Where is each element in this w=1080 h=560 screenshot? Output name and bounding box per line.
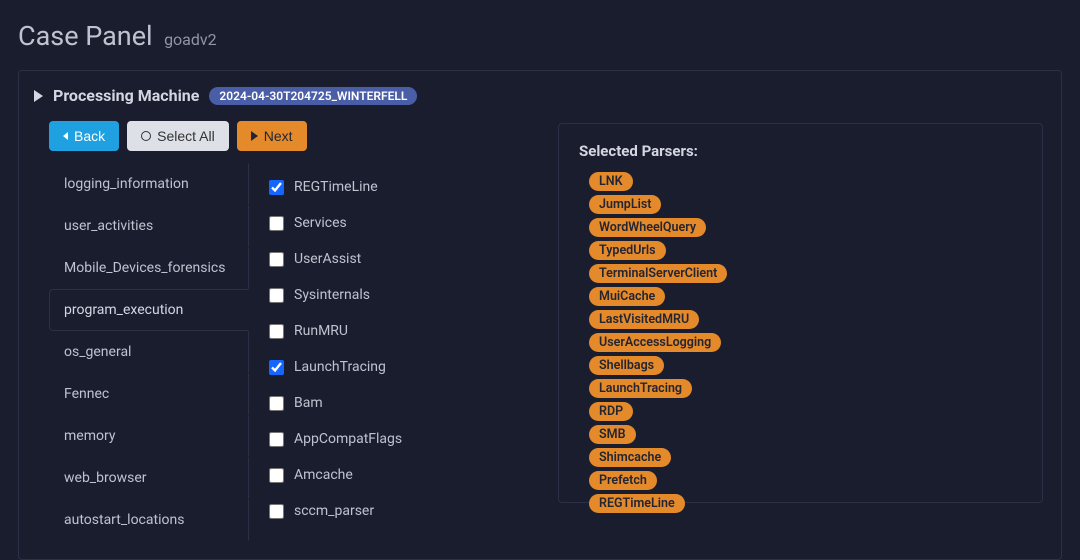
category-tab-web_browser[interactable]: web_browser [49, 457, 249, 499]
play-icon [251, 131, 258, 141]
header: Case Panel goadv2 [0, 0, 1080, 70]
parser-item: UserAssist [269, 241, 402, 277]
selected-parsers-panel: Selected Parsers: LNK JumpList WordWheelQu… [558, 123, 1043, 503]
parser-label[interactable]: Bam [294, 395, 323, 411]
circle-icon [141, 131, 151, 141]
parser-item: sccm_parser [269, 493, 402, 529]
main-panel: Processing Machine 2024-04-30T204725_WIN… [18, 70, 1062, 560]
selected-parser-pill[interactable]: LastVisitedMRU [589, 310, 699, 329]
parser-label[interactable]: AppCompatFlags [294, 431, 402, 447]
parser-label[interactable]: LaunchTracing [294, 359, 386, 375]
chevron-left-icon [63, 132, 68, 140]
parser-checkbox-UserAssist[interactable] [269, 252, 284, 267]
selected-parser-pill[interactable]: Shimcache [589, 448, 671, 467]
selected-parser-pill[interactable]: LNK [589, 172, 633, 191]
category-tab-logging_information[interactable]: logging_information [49, 163, 249, 205]
parser-label[interactable]: RunMRU [294, 323, 348, 339]
parser-item: Amcache [269, 457, 402, 493]
category-tab-os_general[interactable]: os_general [49, 331, 249, 373]
parser-checkbox-LaunchTracing[interactable] [269, 360, 284, 375]
parser-checkbox-AppCompatFlags[interactable] [269, 432, 284, 447]
back-button[interactable]: Back [49, 121, 119, 151]
parser-item: Services [269, 205, 402, 241]
selected-parser-pill[interactable]: MuiCache [589, 287, 665, 306]
selected-parser-pill[interactable]: UserAccessLogging [589, 333, 721, 352]
parser-checkbox-Sysinternals[interactable] [269, 288, 284, 303]
parser-label[interactable]: UserAssist [294, 251, 361, 267]
select-all-button-label: Select All [157, 128, 215, 144]
selected-parser-pill[interactable]: SMB [589, 425, 636, 444]
back-button-label: Back [74, 128, 105, 144]
selected-parser-pill[interactable]: Shellbags [589, 356, 664, 375]
case-name: goadv2 [164, 30, 217, 49]
selected-parser-pill[interactable]: LaunchTracing [589, 379, 692, 398]
select-all-button[interactable]: Select All [127, 121, 229, 151]
parser-label[interactable]: Sysinternals [294, 287, 370, 303]
selected-parser-pill[interactable]: TypedUrls [589, 241, 666, 260]
parser-item: REGTimeLine [269, 169, 402, 205]
selected-parser-pill[interactable]: TerminalServerClient [589, 264, 727, 283]
processing-row[interactable]: Processing Machine 2024-04-30T204725_WIN… [34, 86, 1043, 105]
parser-label[interactable]: Amcache [294, 467, 353, 483]
parser-label[interactable]: sccm_parser [294, 503, 374, 519]
category-tab-program_execution[interactable]: program_execution [49, 289, 249, 331]
selected-parsers-pills: LNK JumpList WordWheelQuery TypedUrls Termin… [589, 172, 1022, 513]
category-tab-Mobile_Devices_forensics[interactable]: Mobile_Devices_forensics [49, 247, 249, 289]
page-title: Case Panel [18, 20, 153, 52]
selected-parser-pill[interactable]: REGTimeLine [589, 494, 685, 513]
category-tab-Fennec[interactable]: Fennec [49, 373, 249, 415]
selected-parser-pill[interactable]: Prefetch [589, 471, 657, 490]
content-row: logging_informationuser_activitiesMobile… [34, 163, 1043, 541]
parser-checkbox-Services[interactable] [269, 216, 284, 231]
selected-parser-pill[interactable]: WordWheelQuery [589, 218, 706, 237]
parser-list: REGTimeLine Services UserAssist Sysinternal… [269, 163, 402, 529]
selected-parsers-title: Selected Parsers: [579, 142, 1022, 160]
parser-label[interactable]: REGTimeLine [294, 179, 378, 195]
category-tab-autostart_locations[interactable]: autostart_locations [49, 499, 249, 541]
parser-checkbox-RunMRU[interactable] [269, 324, 284, 339]
selected-parser-pill[interactable]: RDP [589, 402, 633, 421]
parser-checkbox-Amcache[interactable] [269, 468, 284, 483]
next-button[interactable]: Next [237, 121, 307, 151]
processing-label: Processing Machine [53, 86, 199, 105]
category-tab-memory[interactable]: memory [49, 415, 249, 457]
parser-item: RunMRU [269, 313, 402, 349]
next-button-label: Next [264, 128, 293, 144]
parser-item: LaunchTracing [269, 349, 402, 385]
parser-checkbox-REGTimeLine[interactable] [269, 180, 284, 195]
category-tab-user_activities[interactable]: user_activities [49, 205, 249, 247]
parser-label[interactable]: Services [294, 215, 347, 231]
caret-right-icon [34, 90, 43, 102]
parser-checkbox-sccm_parser[interactable] [269, 504, 284, 519]
parser-item: Sysinternals [269, 277, 402, 313]
category-tabs: logging_informationuser_activitiesMobile… [49, 163, 249, 541]
machine-badge: 2024-04-30T204725_WINTERFELL [209, 87, 417, 105]
parser-item: AppCompatFlags [269, 421, 402, 457]
parser-item: Bam [269, 385, 402, 421]
selected-parser-pill[interactable]: JumpList [589, 195, 661, 214]
parser-checkbox-Bam[interactable] [269, 396, 284, 411]
